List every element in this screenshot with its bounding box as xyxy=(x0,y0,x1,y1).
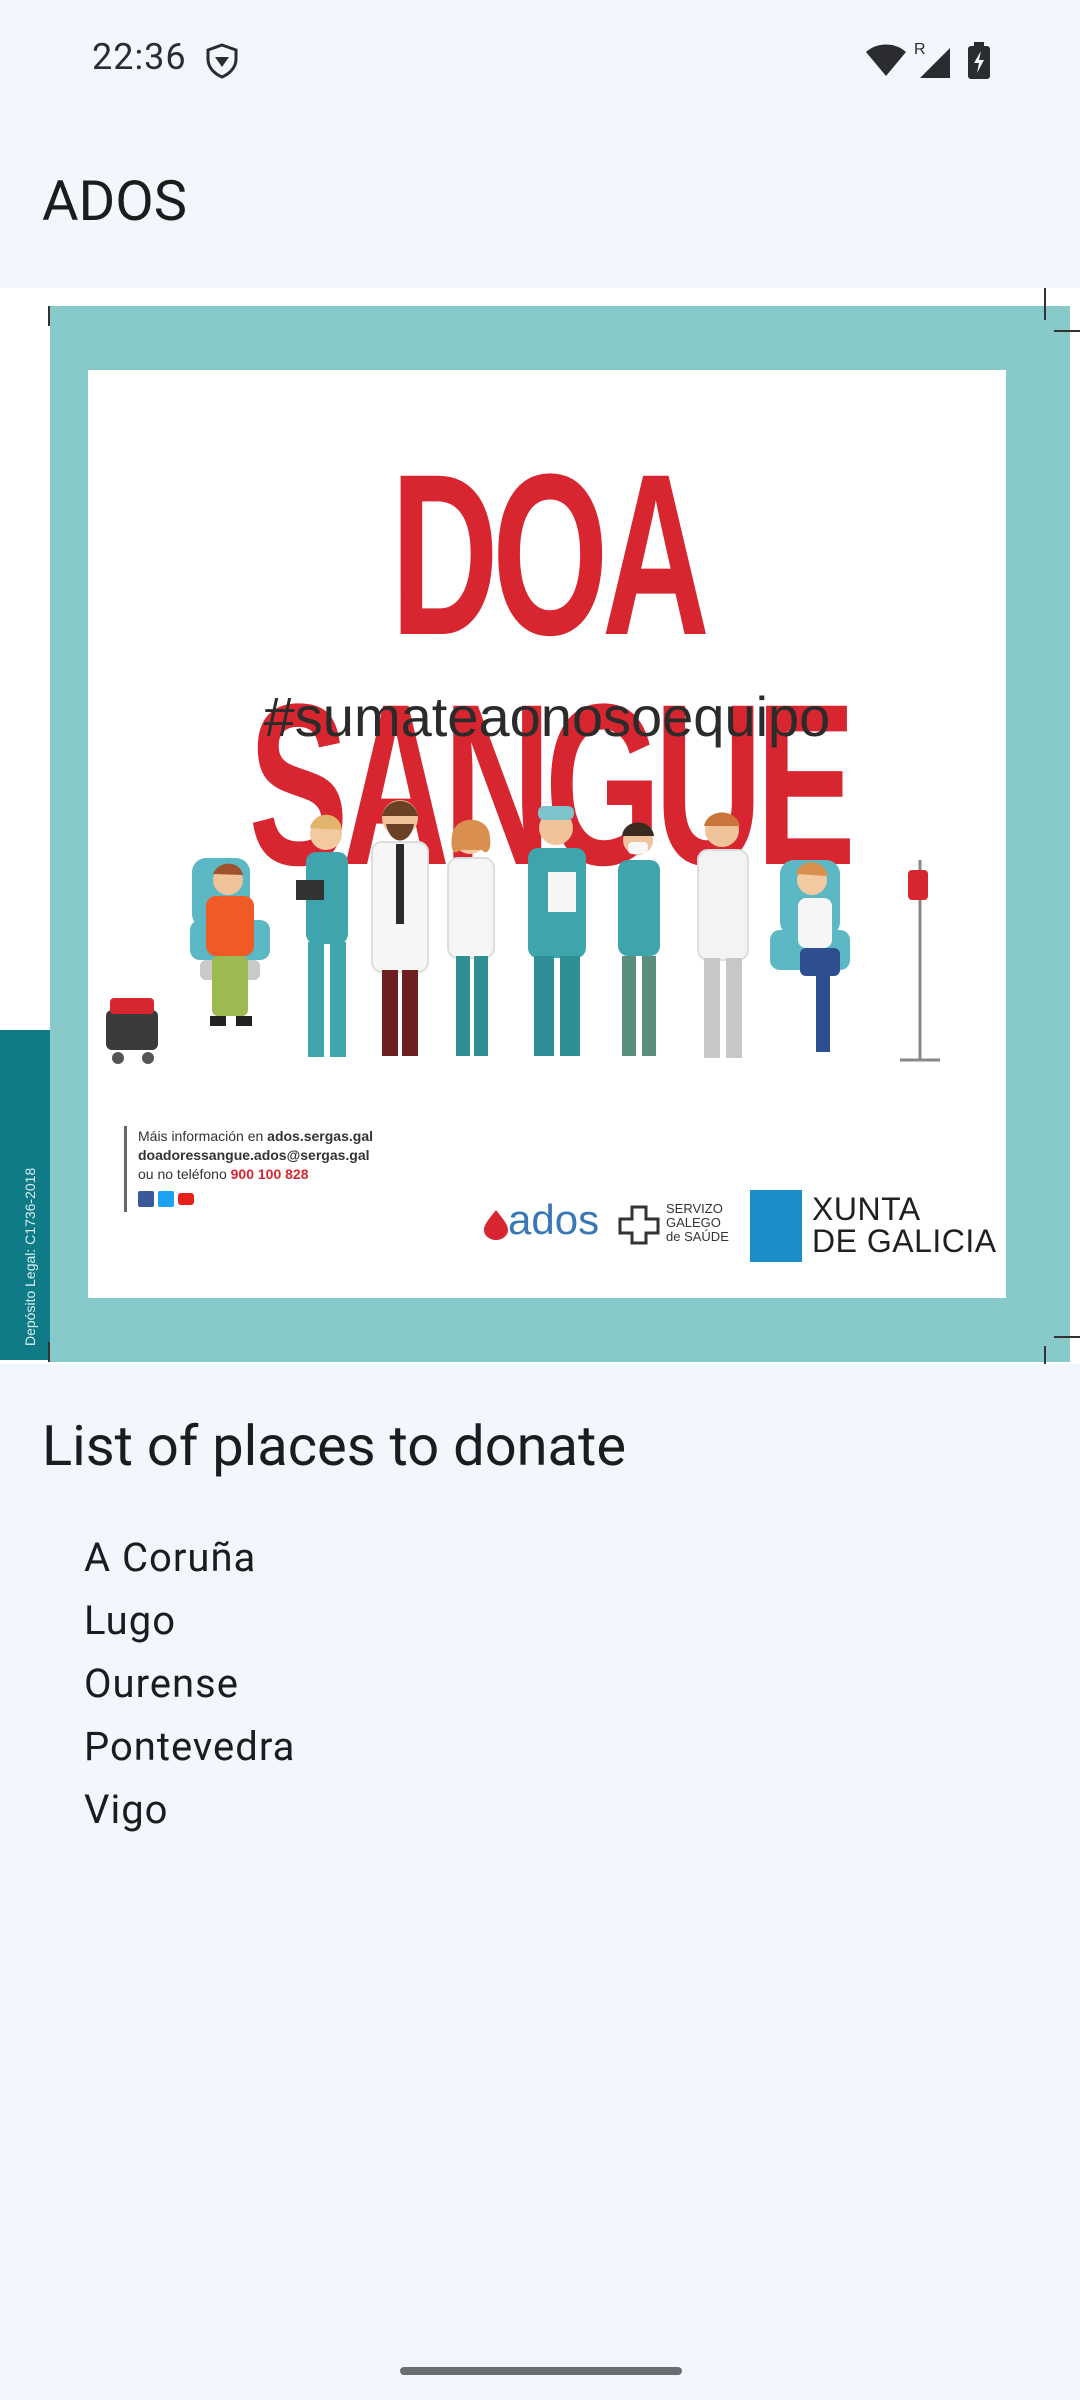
crop-mark xyxy=(48,306,50,326)
crop-mark xyxy=(1054,330,1080,332)
crop-mark xyxy=(48,1342,50,1362)
info-phone-number: 900 100 828 xyxy=(230,1166,309,1182)
facebook-icon xyxy=(138,1191,154,1207)
twitter-icon xyxy=(158,1191,174,1207)
poster-hashtag: #sumateaonosoequipo xyxy=(263,685,831,748)
app-title: ADOS xyxy=(42,168,188,234)
sergas-line-3: de SAÚDE xyxy=(666,1229,729,1244)
crop-mark xyxy=(1054,1336,1080,1338)
wifi-icon xyxy=(866,44,906,76)
info-website-prefix: Máis información en xyxy=(138,1128,268,1144)
social-icons xyxy=(138,1191,194,1207)
status-bar: 22:36 R xyxy=(0,0,1080,120)
signal-roaming-icon: R xyxy=(914,41,950,78)
donor-chair-left xyxy=(106,858,270,1064)
info-email: doadoressangue.ados@sergas.gal xyxy=(138,1147,370,1163)
place-item-lugo[interactable]: Lugo xyxy=(84,1591,295,1654)
xunta-line-1: XUNTA xyxy=(812,1191,921,1227)
sergas-line-2: GALEGO xyxy=(666,1215,721,1230)
poster-legal-text: Depósito Legal: C1736-2018 xyxy=(22,1167,38,1346)
info-website-link: ados.sergas.gal xyxy=(267,1128,373,1144)
info-phone-prefix: ou no teléfono xyxy=(138,1166,231,1182)
crop-mark xyxy=(1044,1346,1046,1364)
doctor-bearded xyxy=(371,800,429,1056)
poster-illustration xyxy=(106,800,940,1064)
crop-mark xyxy=(1044,288,1046,320)
info-divider xyxy=(124,1126,127,1212)
youtube-icon xyxy=(178,1193,194,1205)
xunta-line-2: DE GALICIA xyxy=(812,1223,997,1259)
sergas-line-1: SERVIZO xyxy=(666,1201,723,1216)
sergas-cross-icon xyxy=(618,1205,660,1245)
info-phone: ou no teléfono 900 100 828 xyxy=(138,1166,309,1182)
battery-charging-icon xyxy=(968,42,990,79)
places-list: A Coruña Lugo Ourense Pontevedra Vigo xyxy=(84,1528,295,1843)
xunta-shield-icon xyxy=(750,1190,802,1262)
donor-chair-right xyxy=(770,860,940,1062)
place-item-ourense[interactable]: Ourense xyxy=(84,1654,295,1717)
place-item-pontevedra[interactable]: Pontevedra xyxy=(84,1717,295,1780)
nurse-masked xyxy=(618,822,660,1056)
info-website: Máis información en ados.sergas.gal xyxy=(138,1128,373,1144)
nurse-man xyxy=(697,812,749,1058)
svg-text:R: R xyxy=(914,41,926,58)
place-item-a-coruna[interactable]: A Coruña xyxy=(84,1528,295,1591)
places-section-title: List of places to donate xyxy=(42,1413,627,1479)
place-item-vigo[interactable]: Vigo xyxy=(84,1780,295,1843)
home-gesture-bar[interactable] xyxy=(400,2367,682,2375)
doctor-woman xyxy=(447,819,495,1056)
ados-logo-text: ados xyxy=(508,1196,600,1243)
xunta-logo-text: XUNTA DE GALICIA xyxy=(812,1193,997,1257)
status-time: 22:36 xyxy=(92,36,187,78)
sergas-logo-text: SERVIZO GALEGO de SAÚDE xyxy=(666,1202,729,1244)
vpn-shield-icon xyxy=(206,43,238,79)
surgeon-clipboard xyxy=(528,806,586,1056)
nurse-tablet xyxy=(296,814,348,1057)
